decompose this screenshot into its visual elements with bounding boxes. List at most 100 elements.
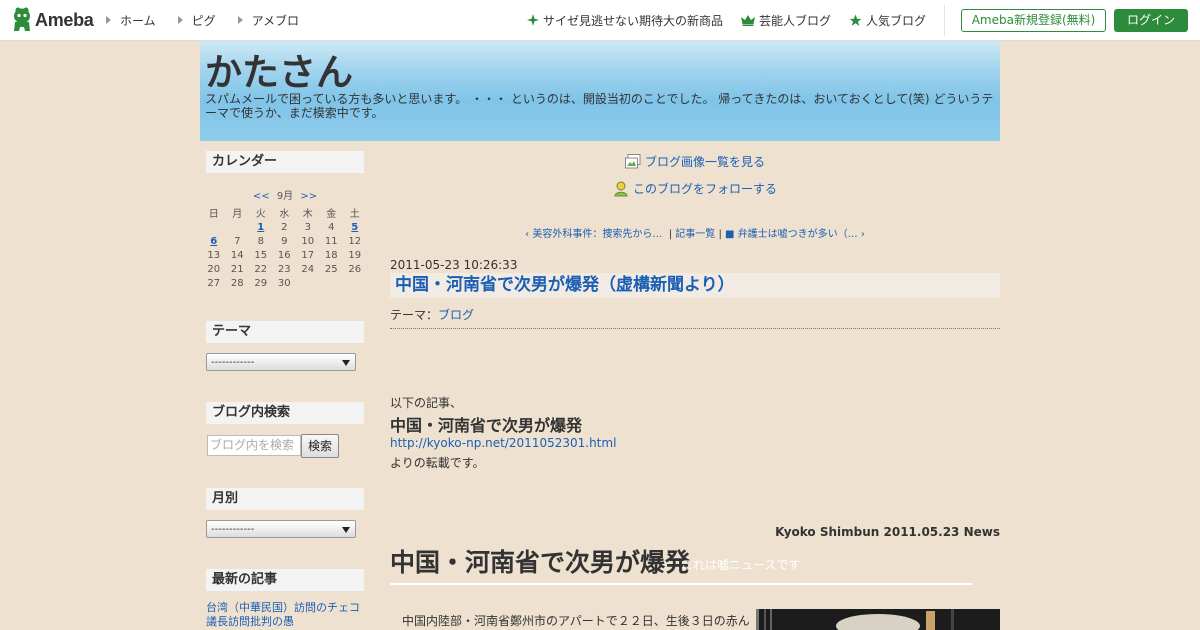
nav-ameblo[interactable]: アメブロ — [237, 12, 299, 29]
calendar-day: 9 — [281, 235, 288, 247]
calendar-day: 29 — [254, 277, 268, 289]
ameba-mascot-icon — [12, 7, 32, 33]
crown-icon — [741, 14, 756, 26]
news-photo — [756, 609, 1000, 630]
calendar-weekday: 金 — [326, 209, 337, 220]
theme-select-value: ------------ — [211, 357, 255, 368]
nav-promo-saize[interactable]: サイゼ見逃せない期待大の新商品 — [527, 12, 723, 29]
monthly-select[interactable]: ------------ — [206, 520, 356, 538]
entry-theme: テーマ：ブログ — [390, 306, 1000, 329]
ameba-logo[interactable]: Ameba — [12, 7, 94, 33]
calendar-day: 2 — [281, 221, 288, 233]
monthly-heading: 月別 — [206, 488, 364, 510]
nav-label: サイゼ見逃せない期待大の新商品 — [543, 13, 724, 28]
entry-date: 2011-05-23 10:26:33 — [390, 258, 518, 272]
blog-title[interactable]: かたさん — [205, 42, 353, 96]
nav-pigg[interactable]: ピグ — [177, 12, 216, 29]
link-label: このブログをフォローする — [633, 182, 778, 196]
calendar-day: 4 — [328, 221, 335, 233]
calendar-day: 14 — [230, 249, 244, 261]
global-header: Ameba ホーム ピグ アメブロ サイゼ見逃せない期待大の新商品 芸能人ブログ… — [0, 0, 1200, 41]
image-gallery-icon — [625, 154, 641, 169]
prev-entry-link[interactable]: ‹ 美容外科事件：捜索先から… — [525, 229, 662, 240]
promo-nav: サイゼ見逃せない期待大の新商品 芸能人ブログ 人気ブログ — [527, 0, 944, 40]
calendar-week-row: 6 7 8 9 10 11 12 — [202, 234, 367, 248]
calendar-empty-cell — [343, 276, 367, 290]
calendar-weekday: 水 — [279, 209, 290, 220]
calendar-empty-cell — [296, 276, 320, 290]
entry-intro: 以下の記事、 — [390, 396, 463, 410]
header-divider — [944, 5, 945, 36]
news-meta: Kyoko Shimbun 2011.05.23 News — [775, 525, 1000, 539]
next-entry-label: ■ 弁護士は嘘つきが多い（… — [725, 229, 858, 240]
calendar-day: 19 — [348, 249, 362, 261]
recent-post-link[interactable]: 台湾（中華民国）訪問のチェコ議長訪問批判の愚 — [206, 601, 364, 629]
prev-entry-label: 美容外科事件：捜索先から… — [532, 229, 663, 240]
login-button[interactable]: ログイン — [1114, 9, 1188, 32]
calendar-weekday: 土 — [349, 209, 360, 220]
calendar-table: 日月火水木金土 1 2 3 4 5 6 7 8 9 10 11 12 13 14 15 16 17 18 19 20 21… — [202, 205, 367, 290]
theme-label: テーマ： — [390, 308, 439, 322]
calendar-week-row: 27 28 29 30 — [202, 276, 367, 290]
register-button[interactable]: Ameba新規登録(無料) — [961, 9, 1106, 32]
logo-text: Ameba — [35, 9, 94, 30]
blog-search-input[interactable]: ブログ内を検索 — [207, 435, 301, 456]
calendar-weekday: 木 — [302, 209, 313, 220]
nav-label: 芸能人ブログ — [759, 13, 832, 28]
dropdown-arrow-icon — [342, 527, 350, 533]
theme-link[interactable]: ブログ — [438, 308, 474, 322]
calendar-day: 23 — [277, 263, 291, 275]
calendar-weekday: 火 — [255, 209, 266, 220]
calendar-empty-cell — [226, 220, 250, 234]
sparkle-icon — [527, 14, 539, 26]
entry-list-link[interactable]: 記事一覧 — [675, 229, 715, 240]
calendar-day: 28 — [230, 277, 244, 289]
primary-nav: ホーム ピグ アメブロ — [106, 0, 321, 40]
calendar-empty-cell — [320, 276, 344, 290]
calendar-day: 16 — [277, 249, 291, 261]
nav-popular-blog[interactable]: 人気ブログ — [849, 12, 926, 29]
follow-user-icon — [614, 181, 628, 196]
calendar-day: 30 — [277, 277, 291, 289]
blog-image-list-link[interactable]: ブログ画像一覧を見る — [625, 153, 765, 170]
triangle-right-icon — [106, 16, 111, 24]
calendar-prev-link[interactable]: << — [253, 191, 270, 202]
nav-label: ピグ — [191, 13, 216, 28]
nav-label: 人気ブログ — [866, 13, 927, 28]
calendar-weekday: 月 — [232, 209, 243, 220]
calendar-day: 7 — [234, 235, 241, 247]
nav-celebrity-blog[interactable]: 芸能人ブログ — [741, 12, 831, 29]
dropdown-arrow-icon — [342, 360, 350, 366]
news-disclaimer: これは嘘ニュースです — [681, 558, 801, 572]
calendar-day: 15 — [254, 249, 268, 261]
blog-description: スパムメールで困っている方も多いと思います。 ・・・ というのは、開設当初のこと… — [205, 92, 994, 120]
link-label: ブログ画像一覧を見る — [645, 155, 766, 169]
calendar-day: 11 — [324, 235, 338, 247]
calendar-heading: カレンダー — [206, 151, 364, 173]
triangle-right-icon — [177, 16, 183, 24]
entry-title[interactable]: 中国・河南省で次男が爆発（虚構新聞より） — [390, 273, 1000, 298]
calendar-day[interactable]: 6 — [202, 234, 226, 248]
calendar-day: 13 — [207, 249, 221, 261]
news-divider — [390, 583, 972, 585]
calendar-month: 9月 — [276, 191, 294, 202]
calendar-day: 20 — [207, 263, 221, 275]
triangle-right-icon — [237, 16, 243, 24]
follow-blog-link[interactable]: このブログをフォローする — [613, 180, 777, 197]
blog-search-button[interactable]: 検索 — [301, 434, 339, 458]
calendar-week-row: 12 3 45 — [202, 220, 367, 234]
source-url-link[interactable]: http://kyoko-np.net/2011052301.html — [390, 436, 616, 450]
theme-select[interactable]: ------------ — [206, 353, 356, 371]
calendar-day: 18 — [324, 249, 338, 261]
calendar-next-link[interactable]: >> — [300, 191, 317, 202]
blog-search-heading: ブログ内検索 — [206, 402, 364, 424]
calendar-week-row: 13 14 15 16 17 18 19 — [202, 248, 367, 262]
calendar-day: 3 — [304, 221, 311, 233]
nav-home[interactable]: ホーム — [106, 12, 156, 29]
next-entry-link[interactable]: ■ 弁護士は嘘つきが多い（… › — [725, 229, 865, 240]
calendar-day: 8 — [257, 235, 264, 247]
monthly-select-value: ------------ — [211, 524, 255, 535]
calendar-day[interactable]: 5 — [343, 220, 367, 234]
nav-label: ホーム — [120, 13, 156, 28]
calendar-day[interactable]: 1 — [249, 220, 273, 234]
